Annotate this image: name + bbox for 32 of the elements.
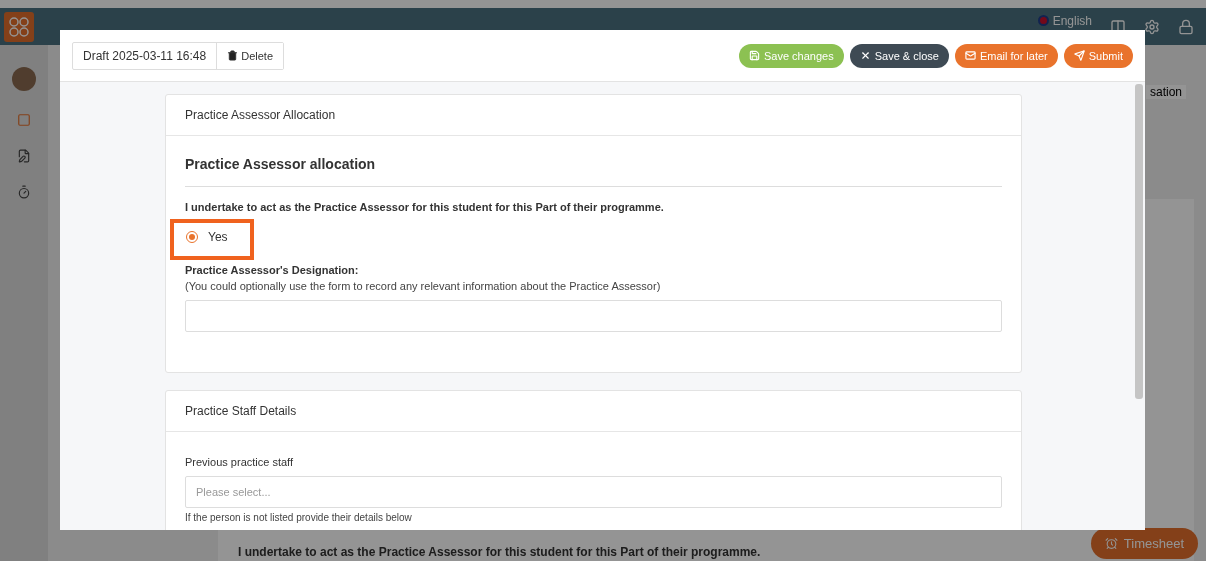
email-button[interactable]: Email for later <box>954 43 1058 68</box>
option-label: Yes <box>208 230 228 244</box>
section-heading: Practice Assessor allocation <box>185 156 1002 187</box>
help-text: If the person is not listed provide their details below <box>185 512 413 523</box>
background-question: I undertake to act as the Practice Assessor for this student for this Part of their programme. <box>238 545 761 559</box>
trash-icon <box>227 50 239 61</box>
question-text: I undertake to act as the Practice Assessor for this student for this Part of their programme. <box>185 201 665 213</box>
timer-icon[interactable] <box>17 185 31 199</box>
language-selector[interactable]: English <box>1037 13 1092 28</box>
field-label: Previous practice staff <box>185 456 294 468</box>
square-icon[interactable] <box>17 113 31 127</box>
close-icon <box>859 50 871 61</box>
card-title: Practice Assessor Allocation <box>166 95 1021 136</box>
lock-icon[interactable] <box>1178 18 1194 35</box>
logo-icon[interactable] <box>4 11 34 42</box>
designation-hint: (You could optionally use the form to record any relevant information about the Practice Assessor) <box>185 280 662 292</box>
staff-select[interactable]: Please select... <box>185 476 1002 508</box>
paper-plane-icon <box>1073 50 1085 61</box>
card-title: Practice Staff Details <box>166 391 1021 432</box>
avatar[interactable] <box>12 67 36 91</box>
settings-icon[interactable] <box>1144 18 1160 35</box>
save-button[interactable]: Save changes <box>738 43 844 68</box>
submit-button[interactable]: Submit <box>1063 43 1133 68</box>
designation-field[interactable] <box>185 300 1002 332</box>
designation-label: Practice Assessor's Designation: <box>185 264 360 276</box>
scrollbar-thumb[interactable] <box>1135 84 1143 399</box>
background-text: sation <box>1145 85 1186 99</box>
timesheet-button[interactable]: Timesheet <box>1090 528 1198 559</box>
close-button[interactable]: Save & close <box>849 43 949 68</box>
file-pen-icon[interactable] <box>17 149 31 163</box>
alarm-clock-icon <box>1104 537 1118 550</box>
envelope-icon <box>964 50 976 61</box>
